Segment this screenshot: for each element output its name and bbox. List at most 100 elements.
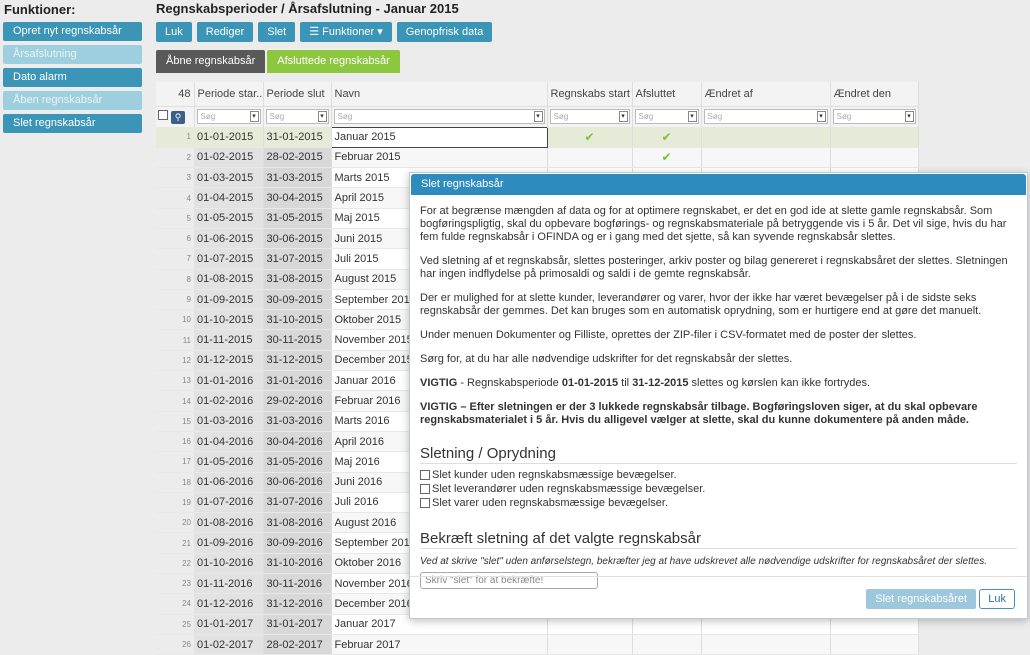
option-delete-customers[interactable]: Slet kunder uden regnskabsmæssige bevæge… — [420, 468, 1017, 482]
col-header-period-end[interactable]: Periode slut — [263, 82, 332, 107]
sidebar-title: Funktioner: — [4, 2, 76, 17]
filter-dropdown-icon[interactable]: ▾ — [249, 111, 259, 123]
confirm-input[interactable]: Skriv "slet" for at bekræfte! — [420, 572, 598, 589]
filter-dropdown-icon[interactable]: ▾ — [904, 111, 914, 123]
cell-period-end: 31-07-2016 — [263, 492, 332, 514]
dialog-body: For at begrænse mængden af data og for a… — [410, 196, 1027, 589]
checkmark-icon: ✔ — [584, 129, 595, 144]
col-header-period-start[interactable]: Periode star... — [194, 82, 264, 107]
cell-period-start: 01-09-2015 — [194, 289, 264, 311]
filter-dropdown-icon[interactable]: ▾ — [618, 111, 628, 123]
cell-period-start: 01-05-2015 — [194, 208, 264, 229]
cell-period-end: 29-02-2016 — [263, 390, 332, 412]
checkbox[interactable] — [420, 470, 430, 480]
cell-period-end: 30-06-2015 — [263, 228, 332, 250]
cell-period-end: 31-05-2015 — [263, 208, 332, 229]
cell-changed-on — [830, 127, 919, 148]
filter-dropdown-icon[interactable]: ▾ — [317, 111, 327, 123]
filter-dropdown-icon[interactable]: ▾ — [533, 111, 543, 122]
row-index: 6 — [156, 228, 194, 250]
cell-period-start: 01-01-2016 — [194, 370, 264, 392]
cell-changed-on — [830, 634, 919, 655]
cell-fiscal-start: ✔ — [547, 127, 633, 148]
filter-input-name[interactable]: Søg ▾ — [333, 109, 545, 124]
row-index: 24 — [156, 593, 194, 615]
row-index: 5 — [156, 208, 194, 229]
cell-period-end: 31-10-2016 — [263, 553, 332, 575]
date-alarm-button[interactable]: Dato alarm — [3, 68, 142, 87]
cell-period-start: 01-12-2016 — [194, 593, 264, 615]
edit-button[interactable]: Rediger — [196, 22, 254, 42]
dialog-paragraph: Sørg for, at du har alle nødvendige udsk… — [420, 353, 793, 365]
row-index: 26 — [156, 634, 194, 655]
filter-input-changed-on[interactable]: Søg ▾ — [832, 109, 916, 125]
confirm-delete-button[interactable]: Slet regnskabsåret — [866, 589, 976, 609]
row-index: 16 — [156, 431, 194, 453]
row-index: 23 — [156, 573, 194, 595]
header-row: 48 Periode star... Periode slut Navn Reg… — [156, 82, 919, 107]
row-index: 19 — [156, 492, 194, 514]
filter-input-fiscal-start[interactable]: Søg ▾ — [549, 109, 630, 125]
select-all-checkbox[interactable] — [158, 109, 168, 120]
cell-closed: ✔ — [632, 147, 702, 169]
refresh-data-button[interactable]: Genopfrisk data — [396, 22, 493, 42]
section-cleanup-heading: Sletning / Oprydning — [420, 446, 1017, 464]
cell-period-end: 31-03-2016 — [263, 411, 332, 432]
checkmark-icon: ✔ — [661, 150, 672, 165]
row-index: 11 — [156, 329, 194, 351]
dialog-paragraph: Ved sletning af et regnskabsår, slettes … — [420, 255, 1008, 280]
page-title: Regnskabsperioder / Årsafslutning - Janu… — [156, 1, 459, 16]
row-index: 9 — [156, 289, 194, 311]
cell-period-start: 01-10-2015 — [194, 309, 264, 331]
cell-period-end: 30-04-2016 — [263, 431, 332, 453]
checkbox[interactable] — [420, 498, 430, 508]
cell-period-start: 01-08-2015 — [194, 269, 264, 290]
row-index: 1 — [156, 127, 194, 148]
tab-open-years[interactable]: Åbne regnskabsår — [156, 50, 266, 73]
functions-menu-button[interactable]: ☰ Funktioner ▾ — [300, 22, 392, 42]
create-fiscal-year-button[interactable]: Opret nyt regnskabsår — [3, 22, 142, 41]
filter-input-period-end[interactable]: Søg ▾ — [265, 109, 329, 125]
delete-button[interactable]: Slet — [258, 22, 296, 42]
cell-period-start: 01-07-2015 — [194, 248, 264, 270]
filter-input-closed[interactable]: Søg ▾ — [634, 109, 699, 125]
toolbar: Luk Rediger Slet ☰ Funktioner ▾ Genopfri… — [156, 22, 1030, 42]
cell-period-end: 28-02-2017 — [263, 634, 332, 655]
cell-period-start: 01-12-2015 — [194, 350, 264, 372]
filter-input-period-start[interactable]: Søg ▾ — [196, 109, 261, 125]
cell-period-end: 31-05-2016 — [263, 451, 332, 473]
filter-dropdown-icon[interactable]: ▾ — [816, 111, 826, 123]
filter-input-changed-by[interactable]: Søg ▾ — [703, 109, 828, 125]
delete-fiscal-year-button[interactable]: Slet regnskabsår — [3, 114, 142, 133]
close-button[interactable]: Luk — [156, 22, 192, 42]
dialog-close-button[interactable]: Luk — [979, 589, 1015, 609]
cell-period-start: 01-07-2016 — [194, 492, 264, 514]
col-header-changed-on[interactable]: Ændret den — [830, 82, 919, 107]
cell-period-end: 30-04-2015 — [263, 187, 332, 209]
cell-period-start: 01-02-2015 — [194, 147, 264, 169]
row-index: 18 — [156, 472, 194, 493]
col-header-name[interactable]: Navn — [331, 82, 548, 107]
table-row[interactable]: 2 01-02-2015 28-02-2015 Februar 2015 ✔ — [156, 147, 919, 169]
table-row[interactable]: 26 01-02-2017 28-02-2017 Februar 2017 — [156, 634, 919, 655]
binoculars-icon[interactable]: ⚲ — [171, 110, 186, 124]
cell-period-end: 31-01-2017 — [263, 614, 332, 635]
section-confirm-heading: Bekræft sletning af det valgte regnskabs… — [420, 531, 1017, 549]
warning-retention: VIGTIG – Efter sletningen er der 3 lukke… — [420, 401, 978, 426]
cell-period-end: 30-09-2015 — [263, 289, 332, 311]
option-delete-suppliers[interactable]: Slet leverandører uden regnskabsmæssige … — [420, 482, 1017, 496]
cell-period-start: 01-11-2015 — [194, 329, 264, 351]
tab-closed-years[interactable]: Afsluttede regnskabsår — [267, 50, 400, 73]
filter-dropdown-icon[interactable]: ▾ — [687, 111, 697, 123]
option-delete-items[interactable]: Slet varer uden regnskabsmæssige bevægel… — [420, 496, 1017, 510]
col-header-changed-by[interactable]: Ændret af — [701, 82, 831, 107]
year-end-closing-button: Årsafslutning — [3, 45, 142, 64]
cell-period-start: 01-06-2015 — [194, 228, 264, 250]
table-row[interactable]: 1 01-01-2015 31-01-2015 Januar 2015 ✔ ✔ — [156, 126, 919, 148]
cell-name: Februar 2017 — [331, 634, 548, 655]
cell-fiscal-start — [547, 634, 633, 655]
cell-period-start: 01-03-2016 — [194, 411, 264, 432]
col-header-fiscal-start[interactable]: Regnskabs start — [547, 82, 633, 107]
col-header-closed[interactable]: Afsluttet — [632, 82, 702, 107]
checkbox[interactable] — [420, 484, 430, 494]
